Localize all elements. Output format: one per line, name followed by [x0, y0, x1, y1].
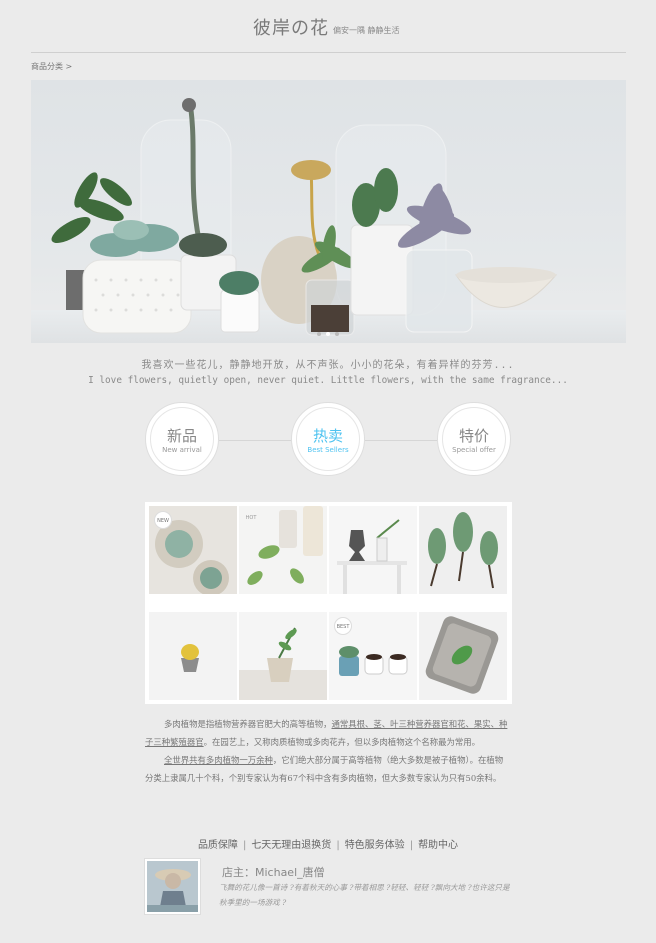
moka-pot-image: [329, 506, 417, 594]
link-service-experience[interactable]: 特色服务体验: [345, 840, 405, 851]
product-tile[interactable]: BEST: [329, 612, 417, 700]
breadcrumb[interactable]: 商品分类 >: [31, 61, 72, 72]
product-tile[interactable]: [419, 612, 507, 700]
category-label-en: Best Sellers: [307, 446, 349, 454]
grid-divider: [149, 596, 508, 608]
footer-links: 品质保障 | 七天无理由退换货 | 特色服务体验 | 帮助中心: [0, 836, 656, 851]
badge-best: BEST: [334, 617, 352, 635]
link-separator: |: [409, 840, 414, 851]
description-paragraph: 多肉植物是指植物营养器官肥大的高等植物，通常具根、茎、叶三种营养器官和花、果实、…: [145, 715, 511, 751]
connector-line: [365, 440, 437, 441]
category-special-offer[interactable]: 特价 Special offer: [437, 402, 511, 476]
category-new-arrival[interactable]: 新品 New arrival: [145, 402, 219, 476]
link-help-center[interactable]: 帮助中心: [418, 840, 458, 851]
owner-poem: 飞舞的花儿像一首诗 ?有着秋天的心事 ?带着相思 ?轻轻、轻轻 ?飘向大地 ?也…: [219, 883, 510, 907]
site-tagline: 偏安一隅 静静生活: [333, 26, 400, 35]
product-description: 多肉植物是指植物营养器官肥大的高等植物，通常具根、茎、叶三种营养器官和花、果实、…: [145, 715, 511, 787]
product-tile[interactable]: [329, 506, 417, 594]
category-label-en: Special offer: [452, 446, 496, 454]
connector-line: [219, 440, 291, 441]
owner-avatar[interactable]: [145, 859, 200, 914]
category-label-cn: 热卖: [312, 427, 343, 445]
concrete-tray-image: [419, 612, 507, 700]
product-tile[interactable]: HOT: [239, 506, 327, 594]
site-header: 彼岸の花 偏安一隅 静静生活: [0, 0, 656, 52]
badge-new: NEW: [154, 511, 172, 529]
link-separator: |: [242, 840, 247, 851]
category-nav: 新品 New arrival 热卖 Best Sellers 特价 Specia…: [145, 402, 511, 478]
slide-dot[interactable]: [317, 332, 321, 336]
category-label-cn: 特价: [458, 427, 489, 445]
link-seven-day-return[interactable]: 七天无理由退换货: [251, 840, 331, 851]
link-separator: |: [336, 840, 340, 851]
slide-dot[interactable]: [335, 332, 339, 336]
header-divider: [31, 52, 626, 53]
intro-text-en: I love flowers, quietly open, never quie…: [88, 375, 568, 386]
hero-succulents-image: [31, 98, 626, 343]
badge-hot: HOT: [245, 515, 257, 521]
product-tile[interactable]: [239, 612, 327, 700]
owner-name: 店主：Michael_唐僧: [222, 866, 325, 879]
hanging-succulents-image: [419, 506, 507, 594]
hero-banner: [31, 80, 626, 343]
category-best-sellers[interactable]: 热卖 Best Sellers: [291, 402, 365, 476]
product-grid: NEW HOT BEST: [145, 502, 512, 704]
avatar-image: [147, 861, 198, 912]
product-tile[interactable]: [419, 506, 507, 594]
slide-dot[interactable]: [326, 332, 330, 336]
intro-text-cn: 我喜欢一些花儿，静静地开放，从不声张。小小的花朵，有着异样的芬芳...: [141, 360, 515, 371]
potted-plant-image: [239, 612, 327, 700]
category-label-en: New arrival: [162, 446, 202, 454]
description-underlined: 全世界共有多肉植物一万余种: [164, 755, 273, 765]
link-quality-assurance[interactable]: 品质保障: [198, 840, 238, 851]
category-label-cn: 新品: [166, 427, 197, 445]
description-text: 多肉植物是指植物营养器官肥大的高等植物，: [164, 719, 332, 729]
description-text: 。在园艺上，又称肉质植物或多肉花卉，但以多肉植物这个名称最为常用。: [203, 737, 480, 747]
yellow-succulent-image: [149, 612, 237, 700]
site-logo[interactable]: 彼岸の花: [253, 14, 329, 40]
product-tile[interactable]: [149, 612, 237, 700]
product-tile[interactable]: NEW: [149, 506, 237, 594]
description-paragraph: 全世界共有多肉植物一万余种，它们绝大部分属于高等植物（绝大多数是被子植物）。在植…: [145, 751, 511, 787]
